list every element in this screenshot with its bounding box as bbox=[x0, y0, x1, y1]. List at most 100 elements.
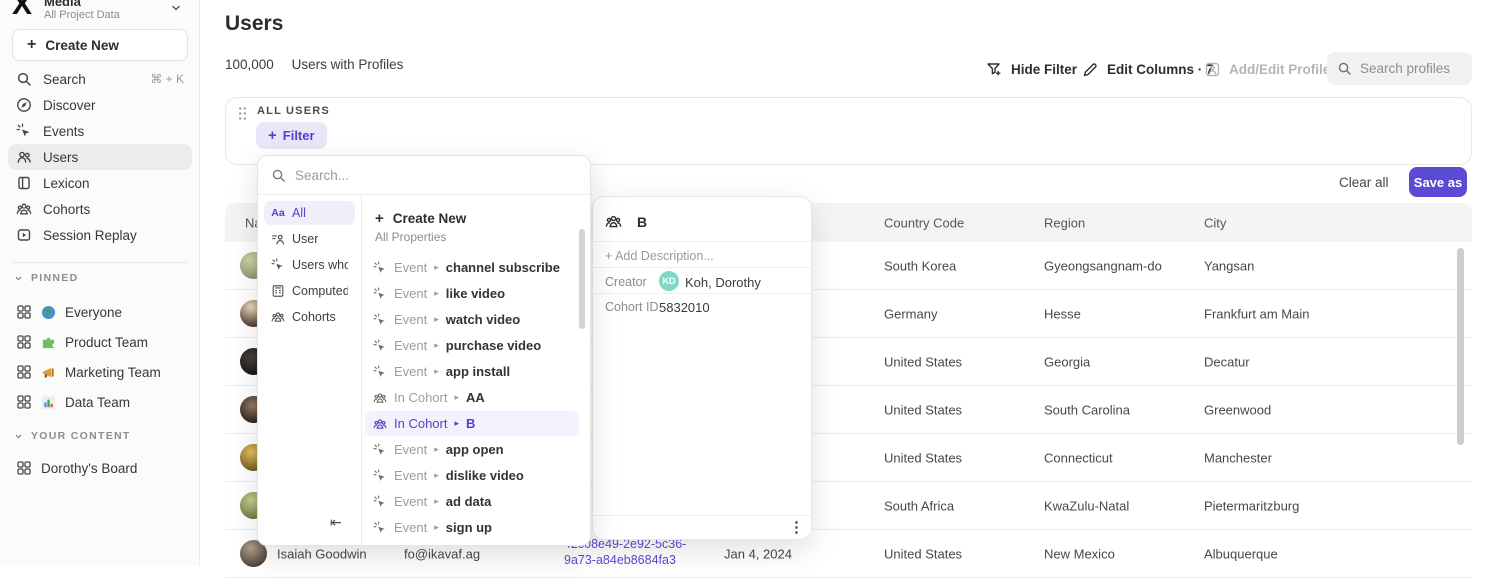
column-header-region[interactable]: Region bbox=[1044, 215, 1085, 230]
sidebar-item-product-team[interactable]: Product Team bbox=[8, 328, 192, 356]
dropdown-section-label: All Properties bbox=[375, 230, 446, 244]
save-as-button[interactable]: Save as bbox=[1409, 167, 1467, 197]
item-prefix: Event bbox=[394, 468, 427, 483]
collapse-panel-icon[interactable]: ⇤ bbox=[330, 514, 342, 531]
item-name: dislike video bbox=[446, 468, 524, 483]
sidebar-item-lexicon[interactable]: Lexicon bbox=[8, 170, 192, 196]
dropdown-item-event-like-video[interactable]: Event ▸ like video bbox=[365, 281, 579, 306]
cohorts-icon bbox=[373, 417, 387, 431]
create-new-button[interactable]: + Create New bbox=[12, 29, 188, 61]
pinned-section-header[interactable]: PINNED bbox=[14, 272, 78, 284]
dropdown-item-event-app-install[interactable]: Event ▸ app install bbox=[365, 359, 579, 384]
hide-filter-label: Hide Filter bbox=[1011, 62, 1077, 77]
dropdown-search-input[interactable] bbox=[295, 168, 565, 183]
item-name: channel subscribe bbox=[446, 260, 560, 275]
filter-property-dropdown: Aa All User Users who di... Computed Coh… bbox=[257, 155, 591, 546]
category-users-who-did[interactable]: Users who di... bbox=[264, 253, 355, 277]
keyboard-shortcut: ⌘ + K bbox=[150, 72, 184, 86]
item-name: sign up bbox=[446, 520, 492, 535]
sidebar-item-users[interactable]: Users bbox=[8, 144, 192, 170]
dropdown-item-event-ad-data[interactable]: Event ▸ ad data bbox=[365, 489, 579, 514]
event-spark-icon bbox=[373, 287, 387, 301]
column-header-country-code[interactable]: Country Code bbox=[884, 215, 964, 230]
cell-date: Jan 4, 2024 bbox=[724, 546, 792, 561]
add-filter-button[interactable]: + Filter bbox=[256, 122, 327, 149]
category-label: Users who di... bbox=[292, 258, 348, 272]
category-computed[interactable]: Computed bbox=[264, 279, 355, 303]
dropdown-item-cohort-b[interactable]: In Cohort ▸ B bbox=[365, 411, 579, 436]
sidebar-divider bbox=[12, 262, 188, 263]
search-profiles-box[interactable] bbox=[1327, 52, 1472, 85]
clear-all-button[interactable]: Clear all bbox=[1339, 167, 1389, 197]
board-label: Data Team bbox=[65, 395, 130, 410]
sidebar-item-everyone[interactable]: Everyone bbox=[8, 298, 192, 326]
sidebar-item-label: Users bbox=[43, 150, 78, 165]
dropdown-search-row[interactable] bbox=[258, 156, 590, 195]
table-scrollbar[interactable] bbox=[1457, 248, 1464, 445]
add-description-button[interactable]: + Add Description... bbox=[605, 249, 714, 263]
item-prefix: Event bbox=[394, 312, 427, 327]
search-profiles-input[interactable] bbox=[1360, 61, 1460, 76]
board-label: Marketing Team bbox=[65, 365, 161, 380]
cohorts-icon bbox=[271, 310, 285, 324]
cohorts-icon bbox=[373, 391, 387, 405]
board-label: Product Team bbox=[65, 335, 148, 350]
sidebar-item-cohorts[interactable]: Cohorts bbox=[8, 196, 192, 222]
item-prefix: Event bbox=[394, 260, 427, 275]
computed-icon bbox=[271, 284, 285, 298]
page-title: Users bbox=[225, 12, 283, 36]
your-content-section-header[interactable]: YOUR CONTENT bbox=[14, 430, 131, 442]
board-grid-icon bbox=[16, 394, 32, 410]
creator-label: Creator bbox=[605, 275, 647, 289]
hide-filter-button[interactable]: Hide Filter bbox=[986, 54, 1077, 84]
dropdown-item-event-dislike-video[interactable]: Event ▸ dislike video bbox=[365, 463, 579, 488]
sidebar-item-session-replay[interactable]: Session Replay bbox=[8, 222, 192, 248]
dropdown-item-cohort-aa[interactable]: In Cohort ▸ AA bbox=[365, 385, 579, 410]
sidebar-item-label: Events bbox=[43, 124, 84, 139]
edit-columns-label: Edit Columns · 7 bbox=[1107, 62, 1214, 77]
cohort-name: B bbox=[637, 214, 647, 230]
dropdown-item-event-app-open[interactable]: Event ▸ app open bbox=[365, 437, 579, 462]
dropdown-item-event-sign-up[interactable]: Event ▸ sign up bbox=[365, 515, 579, 540]
sidebar-item-marketing-team[interactable]: Marketing Team bbox=[8, 358, 192, 386]
sidebar-item-dorothys-board[interactable]: Dorothy's Board bbox=[8, 454, 192, 482]
add-edit-profile-button[interactable]: Add/Edit Profile bbox=[1204, 54, 1330, 84]
breadcrumb-arrow-icon: ▸ bbox=[434, 366, 439, 377]
plus-icon: + bbox=[27, 36, 36, 54]
item-prefix: Event bbox=[394, 494, 427, 509]
book-icon bbox=[16, 175, 32, 191]
search-icon bbox=[271, 168, 286, 183]
category-user[interactable]: User bbox=[264, 227, 355, 251]
breadcrumb-arrow-icon: ▸ bbox=[434, 262, 439, 273]
more-options-icon[interactable]: ⋮ bbox=[789, 520, 804, 535]
category-cohorts[interactable]: Cohorts bbox=[264, 305, 355, 329]
popover-divider bbox=[593, 241, 811, 242]
edit-columns-button[interactable]: Edit Columns · 7 bbox=[1082, 54, 1214, 84]
dropdown-item-event-purchase-video[interactable]: Event ▸ purchase video bbox=[365, 333, 579, 358]
pinned-section-label: PINNED bbox=[31, 272, 78, 284]
sidebar-item-data-team[interactable]: Data Team bbox=[8, 388, 192, 416]
app-logo-icon: X bbox=[12, 0, 32, 22]
bar-chart-icon bbox=[41, 395, 56, 410]
dropdown-create-new[interactable]: + Create New bbox=[369, 205, 579, 231]
event-spark-icon bbox=[373, 443, 387, 457]
dropdown-scrollbar[interactable] bbox=[579, 229, 585, 329]
add-filter-label: Filter bbox=[283, 128, 315, 143]
column-header-city[interactable]: City bbox=[1204, 215, 1226, 230]
sidebar-item-events[interactable]: Events bbox=[8, 118, 192, 144]
drag-handle-icon[interactable] bbox=[238, 106, 247, 121]
dropdown-item-event-channel-subscribe[interactable]: Event ▸ channel subscribe bbox=[365, 255, 579, 280]
breadcrumb-arrow-icon: ▸ bbox=[434, 288, 439, 299]
cell-city: Manchester bbox=[1204, 450, 1272, 465]
category-all[interactable]: Aa All bbox=[264, 201, 355, 225]
filter-group-label: ALL USERS bbox=[257, 105, 330, 117]
project-switcher[interactable]: X Media All Project Data bbox=[0, 0, 200, 26]
sidebar-item-search[interactable]: Search ⌘ + K bbox=[8, 66, 192, 92]
profile-badge-icon bbox=[1204, 61, 1221, 78]
pencil-icon bbox=[1082, 61, 1099, 78]
cell-region: Gyeongsangnam-do bbox=[1044, 258, 1162, 273]
sidebar-item-discover[interactable]: Discover bbox=[8, 92, 192, 118]
cohorts-icon bbox=[605, 213, 622, 230]
dropdown-item-event-watch-video[interactable]: Event ▸ watch video bbox=[365, 307, 579, 332]
cell-region: South Carolina bbox=[1044, 402, 1130, 417]
